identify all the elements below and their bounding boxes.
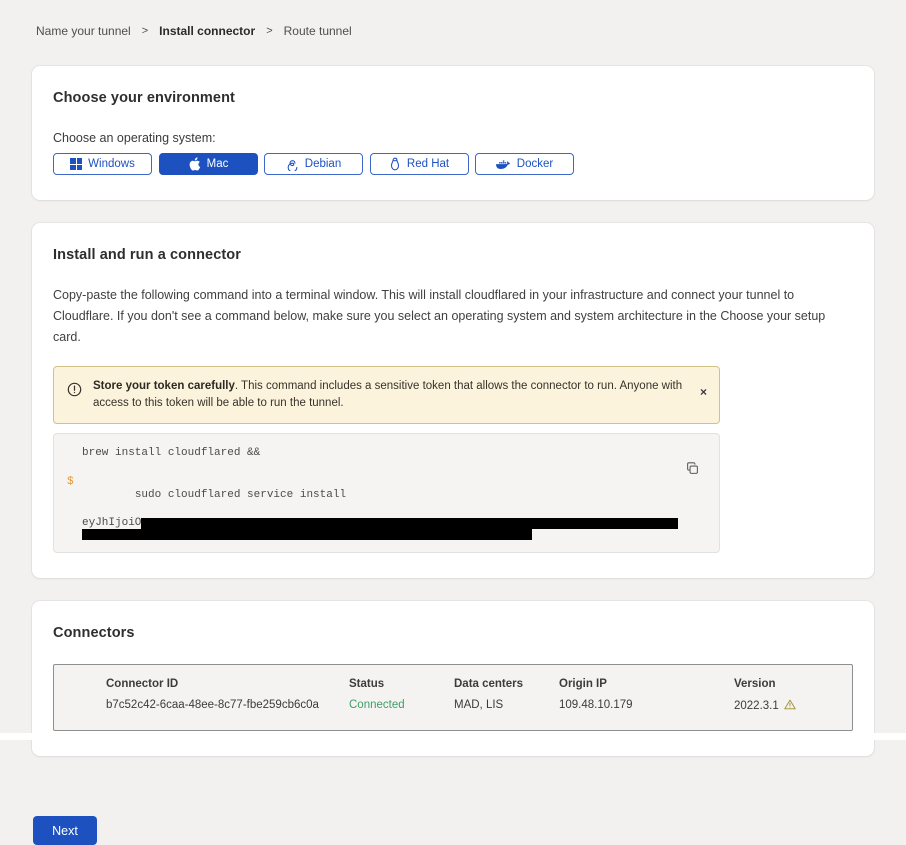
breadcrumb-step-install-connector[interactable]: Install connector xyxy=(159,24,255,38)
code-line-brew: brew install cloudflared && xyxy=(54,447,719,460)
warning-close-button[interactable]: × xyxy=(700,386,707,398)
breadcrumb-step-name-tunnel[interactable]: Name your tunnel xyxy=(36,24,131,38)
os-button-label: Mac xyxy=(207,158,229,170)
install-description: Copy-paste the following command into a … xyxy=(53,285,853,348)
connectors-table: Connector ID Status Data centers Origin … xyxy=(53,664,853,731)
windows-icon xyxy=(70,158,82,170)
header-data-centers: Data centers xyxy=(454,678,559,690)
redhat-icon xyxy=(389,157,401,171)
os-button-debian[interactable]: Debian xyxy=(264,153,363,175)
choose-environment-card: Choose your environment Choose an operat… xyxy=(32,66,874,200)
os-button-docker[interactable]: Docker xyxy=(475,153,574,175)
cell-version: 2022.3.1 xyxy=(734,699,852,713)
cell-connector-id: b7c52c42-6caa-48ee-8c77-fbe259cb6c0a xyxy=(106,699,349,713)
os-select-label: Choose an operating system: xyxy=(53,131,853,145)
install-connector-card: Install and run a connector Copy-paste t… xyxy=(32,223,874,578)
apple-icon xyxy=(188,157,201,171)
token-warning-text: Store your token carefully. This command… xyxy=(93,378,700,412)
table-header-row: Connector ID Status Data centers Origin … xyxy=(106,678,852,690)
docker-icon xyxy=(496,158,511,170)
os-button-label: Docker xyxy=(517,158,553,170)
token-prefix: eyJhIjoiO xyxy=(82,518,141,529)
token-warning-banner: Store your token carefully. This command… xyxy=(53,366,720,424)
environment-card-title: Choose your environment xyxy=(53,90,853,106)
token-redaction-bar xyxy=(141,518,678,529)
os-button-mac[interactable]: Mac xyxy=(159,153,258,175)
os-button-label: Windows xyxy=(88,158,135,170)
os-button-redhat[interactable]: Red Hat xyxy=(370,153,469,175)
next-button[interactable]: Next xyxy=(33,816,97,845)
header-version: Version xyxy=(734,678,852,690)
bottom-strip xyxy=(0,733,906,740)
debian-icon xyxy=(286,158,299,171)
breadcrumb: Name your tunnel > Install connector > R… xyxy=(36,24,874,38)
alert-circle-icon xyxy=(67,382,82,402)
install-card-title: Install and run a connector xyxy=(53,247,853,263)
table-row: b7c52c42-6caa-48ee-8c77-fbe259cb6c0a Con… xyxy=(106,699,852,713)
cell-origin-ip: 109.48.10.179 xyxy=(559,699,734,713)
header-connector-id: Connector ID xyxy=(106,678,349,690)
token-redaction-bar xyxy=(82,529,532,540)
breadcrumb-separator: > xyxy=(142,25,148,37)
header-status: Status xyxy=(349,678,454,690)
cell-status: Connected xyxy=(349,699,454,713)
warning-triangle-icon xyxy=(784,699,796,713)
breadcrumb-step-route-tunnel[interactable]: Route tunnel xyxy=(284,24,352,38)
os-button-label: Debian xyxy=(305,158,341,170)
code-line-service-install: $sudo cloudflared service install xyxy=(54,476,719,515)
os-button-label: Red Hat xyxy=(407,158,449,170)
shell-prompt: $ xyxy=(67,476,74,489)
code-line-token: eyJhIjoiO xyxy=(54,518,719,529)
cell-data-centers: MAD, LIS xyxy=(454,699,559,713)
install-command-code-block: brew install cloudflared && $sudo cloudf… xyxy=(53,433,720,553)
connectors-card-title: Connectors xyxy=(53,625,853,641)
token-warning-bold: Store your token carefully xyxy=(93,380,235,392)
copy-icon[interactable] xyxy=(686,462,699,478)
os-button-windows[interactable]: Windows xyxy=(53,153,152,175)
breadcrumb-separator: > xyxy=(266,25,272,37)
header-origin-ip: Origin IP xyxy=(559,678,734,690)
version-value: 2022.3.1 xyxy=(734,700,779,712)
tunnel-setup-page: Name your tunnel > Install connector > R… xyxy=(0,0,906,845)
os-button-group: Windows Mac Debian Red Hat xyxy=(53,153,853,175)
